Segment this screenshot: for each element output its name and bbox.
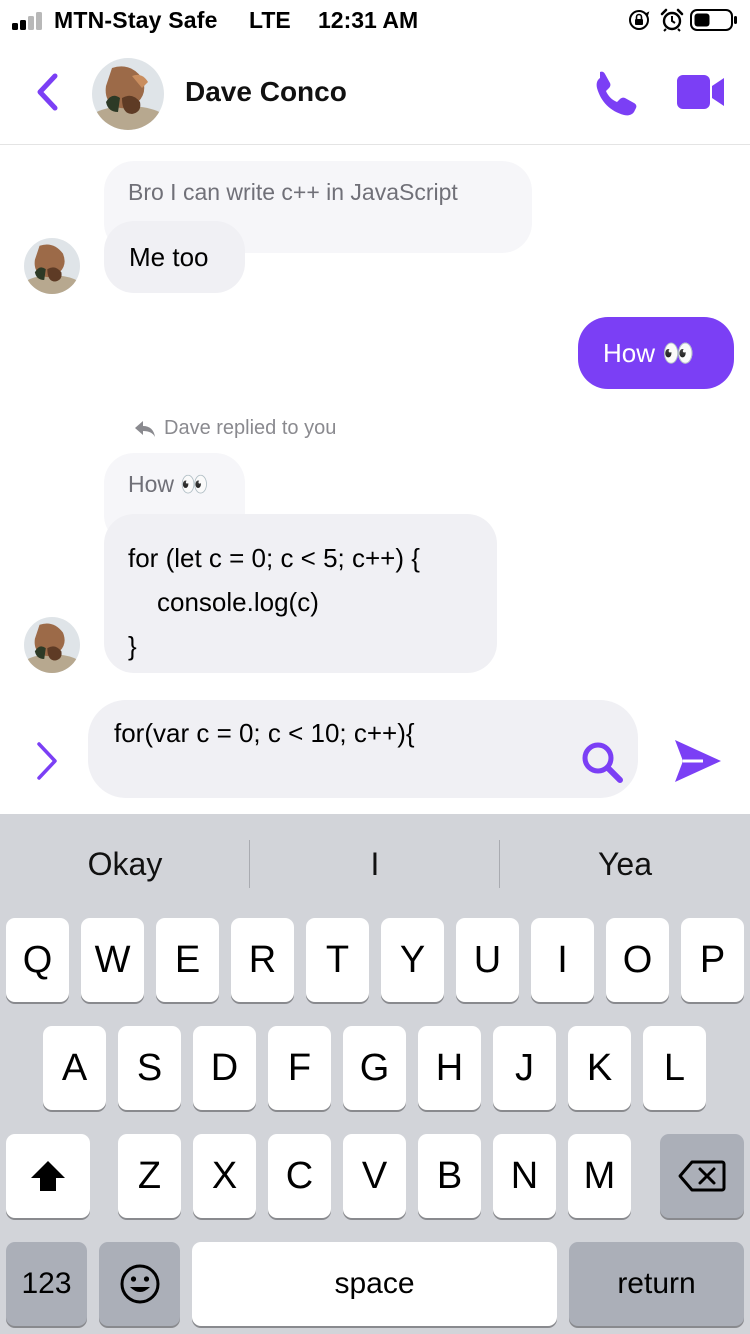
- code-line: for (let c = 0; c < 5; c++) {: [128, 543, 420, 573]
- key-v[interactable]: V: [343, 1134, 406, 1218]
- key-n[interactable]: N: [493, 1134, 556, 1218]
- network-type: LTE: [249, 7, 291, 33]
- message-text: How 👀: [603, 338, 695, 368]
- phone-icon[interactable]: [590, 68, 638, 116]
- key-m[interactable]: M: [568, 1134, 631, 1218]
- contact-avatar-small[interactable]: [24, 617, 80, 673]
- reply-indicator: Dave replied to you: [134, 417, 336, 440]
- send-icon[interactable]: [673, 738, 723, 784]
- key-f[interactable]: F: [268, 1026, 331, 1110]
- key-o[interactable]: O: [606, 918, 669, 1002]
- received-code-message[interactable]: for (let c = 0; c < 5; c++) { console.lo…: [104, 514, 497, 673]
- video-camera-icon[interactable]: [676, 72, 726, 112]
- reply-arrow-icon: [135, 420, 155, 437]
- code-line: }: [128, 631, 137, 661]
- code-line: console.log(c): [157, 587, 319, 617]
- status-time: 12:31 AM: [318, 7, 419, 33]
- key-q[interactable]: Q: [6, 918, 69, 1002]
- suggestion[interactable]: Okay: [0, 814, 250, 914]
- suggestion[interactable]: Yea: [500, 814, 750, 914]
- key-k[interactable]: K: [568, 1026, 631, 1110]
- key-c[interactable]: C: [268, 1134, 331, 1218]
- status-bar: MTN-Stay Safe LTE 12:31 AM: [0, 0, 750, 42]
- key-b[interactable]: B: [418, 1134, 481, 1218]
- emoji-key[interactable]: [99, 1242, 180, 1326]
- battery-icon: [690, 9, 737, 31]
- quoted-message-text: Bro I can write c++ in JavaScript: [128, 179, 458, 205]
- signal-icon: [12, 12, 48, 30]
- return-key[interactable]: return: [569, 1242, 744, 1326]
- key-a[interactable]: A: [43, 1026, 106, 1110]
- key-s[interactable]: S: [118, 1026, 181, 1110]
- received-message[interactable]: Me too: [104, 221, 245, 293]
- carrier-name: MTN-Stay Safe: [54, 7, 218, 33]
- key-y[interactable]: Y: [381, 918, 444, 1002]
- key-g[interactable]: G: [343, 1026, 406, 1110]
- key-t[interactable]: T: [306, 918, 369, 1002]
- key-i[interactable]: I: [531, 918, 594, 1002]
- numbers-key[interactable]: 123: [6, 1242, 87, 1326]
- key-p[interactable]: P: [681, 918, 744, 1002]
- alarm-icon: [660, 8, 684, 32]
- message-composer: [0, 690, 750, 814]
- predictive-text-bar: Okay I Yea: [0, 814, 750, 914]
- suggestion[interactable]: I: [250, 814, 500, 914]
- key-x[interactable]: X: [193, 1134, 256, 1218]
- orientation-lock-icon: [629, 10, 650, 30]
- key-j[interactable]: J: [493, 1026, 556, 1110]
- conversation-header: Dave Conco: [0, 42, 750, 145]
- key-r[interactable]: R: [231, 918, 294, 1002]
- contact-avatar-small[interactable]: [24, 238, 80, 294]
- key-l[interactable]: L: [643, 1026, 706, 1110]
- key-w[interactable]: W: [81, 918, 144, 1002]
- emoji-icon: [120, 1264, 159, 1304]
- search-icon[interactable]: [580, 740, 624, 784]
- chevron-left-icon[interactable]: [34, 72, 60, 112]
- reply-indicator-text: Dave replied to you: [164, 417, 337, 439]
- key-u[interactable]: U: [456, 918, 519, 1002]
- key-e[interactable]: E: [156, 918, 219, 1002]
- shift-key[interactable]: [6, 1134, 90, 1218]
- backspace-icon: [678, 1160, 726, 1192]
- sent-message[interactable]: How 👀: [578, 317, 734, 389]
- space-key[interactable]: space: [192, 1242, 557, 1326]
- delete-key[interactable]: [660, 1134, 744, 1218]
- key-d[interactable]: D: [193, 1026, 256, 1110]
- on-screen-keyboard: Okay I Yea Q W E R T Y U I O P A S D F G…: [0, 814, 750, 1334]
- message-list[interactable]: Bro I can write c++ in JavaScript Me too…: [0, 145, 750, 690]
- message-input[interactable]: [88, 700, 638, 798]
- shift-icon: [31, 1161, 65, 1191]
- message-text: Me too: [129, 242, 209, 272]
- quoted-message-text: How 👀: [128, 471, 210, 497]
- key-h[interactable]: H: [418, 1026, 481, 1110]
- key-z[interactable]: Z: [118, 1134, 181, 1218]
- contact-name[interactable]: Dave Conco: [185, 76, 347, 108]
- contact-avatar[interactable]: [92, 58, 164, 130]
- chevron-right-icon[interactable]: [34, 740, 60, 782]
